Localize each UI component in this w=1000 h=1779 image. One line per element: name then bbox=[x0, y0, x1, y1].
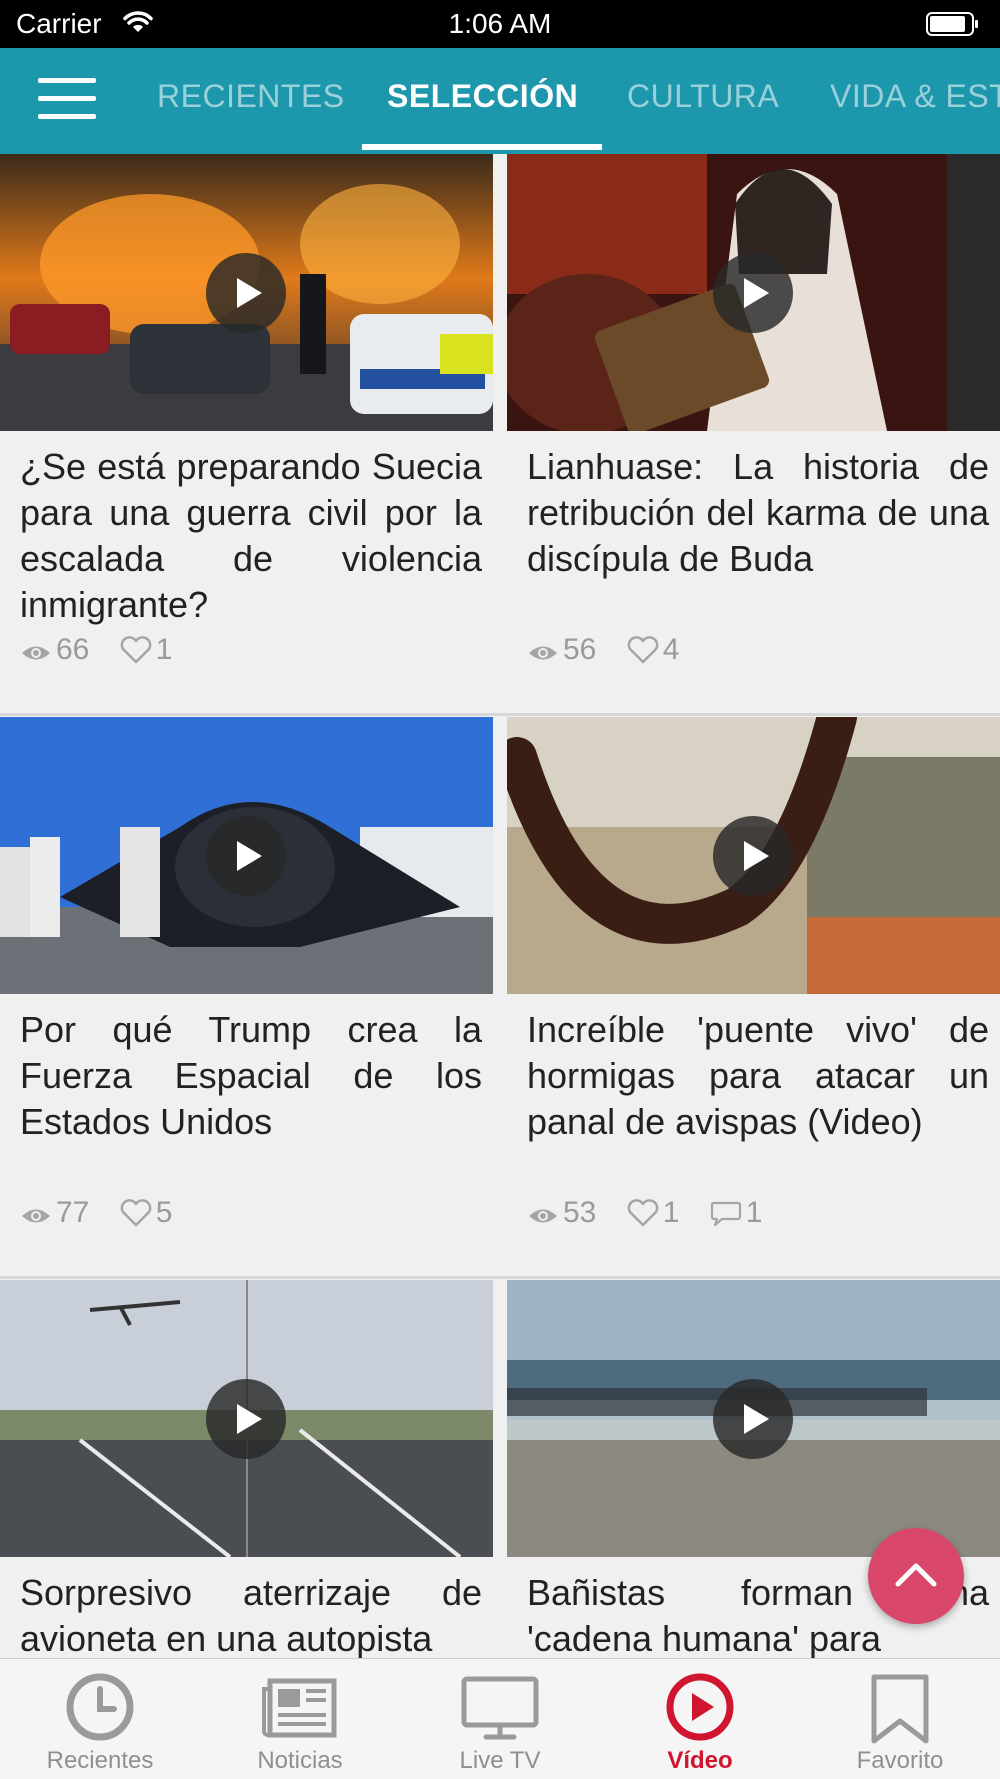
nav-noticias[interactable]: Noticias bbox=[200, 1659, 400, 1779]
tab-seleccion[interactable]: SELECCIÓN bbox=[387, 78, 578, 115]
eye-icon bbox=[529, 646, 557, 660]
newspaper-icon bbox=[262, 1678, 337, 1738]
video-title: Sorpresivo aterrizaje de avioneta en una… bbox=[20, 1572, 482, 1658]
scroll-to-top-button[interactable] bbox=[868, 1528, 964, 1624]
video-stats: 66 1 bbox=[20, 632, 194, 666]
heart-icon bbox=[627, 1199, 659, 1227]
eye-icon bbox=[22, 1209, 50, 1223]
play-circle-icon bbox=[666, 1673, 734, 1741]
comment-icon bbox=[710, 1201, 741, 1227]
battery-icon bbox=[926, 12, 978, 36]
like-count: 5 bbox=[155, 1196, 173, 1230]
nav-label: Noticias bbox=[257, 1747, 343, 1774]
like-count: 1 bbox=[155, 633, 173, 667]
hamburger-menu-icon[interactable] bbox=[38, 78, 96, 122]
play-icon bbox=[713, 253, 793, 333]
video-thumbnail bbox=[507, 1280, 1000, 1557]
video-stats: 77 5 bbox=[20, 1195, 194, 1229]
heart-icon bbox=[120, 1199, 152, 1227]
video-stats: 56 4 bbox=[527, 632, 701, 666]
nav-label: Vídeo bbox=[667, 1747, 733, 1774]
row-divider bbox=[0, 713, 1000, 716]
category-header: RECIENTES SELECCIÓN CULTURA VIDA & EST bbox=[0, 48, 1000, 154]
like-count: 1 bbox=[662, 1196, 680, 1230]
monitor-icon bbox=[461, 1676, 539, 1740]
grid-row: Sorpresivo aterrizaje de avioneta en una… bbox=[0, 1280, 1000, 1658]
video-title: Lianhuase: La historia de retribución de… bbox=[527, 446, 989, 579]
heart-icon bbox=[120, 636, 152, 664]
play-icon bbox=[713, 816, 793, 896]
chevron-up-icon bbox=[895, 1563, 937, 1587]
video-thumbnail bbox=[0, 1280, 493, 1557]
eye-icon bbox=[529, 1209, 557, 1223]
status-bar: Carrier 1:06 AM bbox=[0, 0, 1000, 48]
view-count: 56 bbox=[563, 633, 597, 667]
video-title: Por qué Trump crea la Fuerza Espacial de… bbox=[20, 1009, 482, 1142]
comment-count: 1 bbox=[745, 1196, 763, 1230]
video-card[interactable]: ¿Se está preparando Suecia para una guer… bbox=[0, 154, 493, 694]
video-title: Increíble 'puente vivo' de hormigas para… bbox=[527, 1009, 989, 1142]
tab-cultura[interactable]: CULTURA bbox=[627, 78, 779, 115]
clock-time: 1:06 AM bbox=[448, 8, 552, 39]
video-thumbnail bbox=[0, 154, 493, 431]
play-icon bbox=[206, 253, 286, 333]
video-thumbnail bbox=[0, 717, 493, 994]
play-icon bbox=[713, 1379, 793, 1459]
video-thumbnail bbox=[507, 154, 1000, 431]
heart-icon bbox=[627, 636, 659, 664]
eye-icon bbox=[22, 646, 50, 660]
nav-live-tv[interactable]: Live TV bbox=[400, 1659, 600, 1779]
nav-label: Live TV bbox=[459, 1747, 541, 1774]
grid-row: ¿Se está preparando Suecia para una guer… bbox=[0, 154, 1000, 716]
view-count: 53 bbox=[563, 1196, 597, 1230]
like-count: 4 bbox=[662, 633, 680, 667]
nav-favorito[interactable]: Favorito bbox=[800, 1659, 1000, 1779]
video-grid: ¿Se está preparando Suecia para una guer… bbox=[0, 154, 1000, 1658]
video-stats: 53 1 1 bbox=[527, 1195, 784, 1229]
row-divider bbox=[0, 1276, 1000, 1279]
nav-recientes[interactable]: Recientes bbox=[0, 1659, 200, 1779]
tab-recientes[interactable]: RECIENTES bbox=[157, 78, 345, 115]
tab-vida-estilo[interactable]: VIDA & EST bbox=[830, 78, 1000, 115]
view-count: 66 bbox=[56, 633, 90, 667]
nav-label: Favorito bbox=[856, 1747, 944, 1774]
video-card[interactable]: Increíble 'puente vivo' de hormigas para… bbox=[507, 717, 1000, 1257]
video-card[interactable]: Sorpresivo aterrizaje de avioneta en una… bbox=[0, 1280, 493, 1658]
nav-label: Recientes bbox=[46, 1747, 154, 1774]
active-tab-indicator bbox=[362, 144, 602, 150]
bookmark-icon bbox=[871, 1674, 929, 1744]
play-icon bbox=[206, 816, 286, 896]
play-icon bbox=[206, 1379, 286, 1459]
nav-video[interactable]: Vídeo bbox=[600, 1659, 800, 1779]
video-card[interactable]: Por qué Trump crea la Fuerza Espacial de… bbox=[0, 717, 493, 1257]
grid-row: Por qué Trump crea la Fuerza Espacial de… bbox=[0, 717, 1000, 1279]
bottom-tab-bar: Recientes Noticias Live TV Vídeo Favorit… bbox=[0, 1658, 1000, 1779]
video-title: ¿Se está preparando Suecia para una guer… bbox=[20, 446, 482, 625]
video-card[interactable]: Lianhuase: La historia de retribución de… bbox=[507, 154, 1000, 694]
video-thumbnail bbox=[507, 717, 1000, 994]
view-count: 77 bbox=[56, 1196, 90, 1230]
clock-icon bbox=[66, 1673, 134, 1741]
